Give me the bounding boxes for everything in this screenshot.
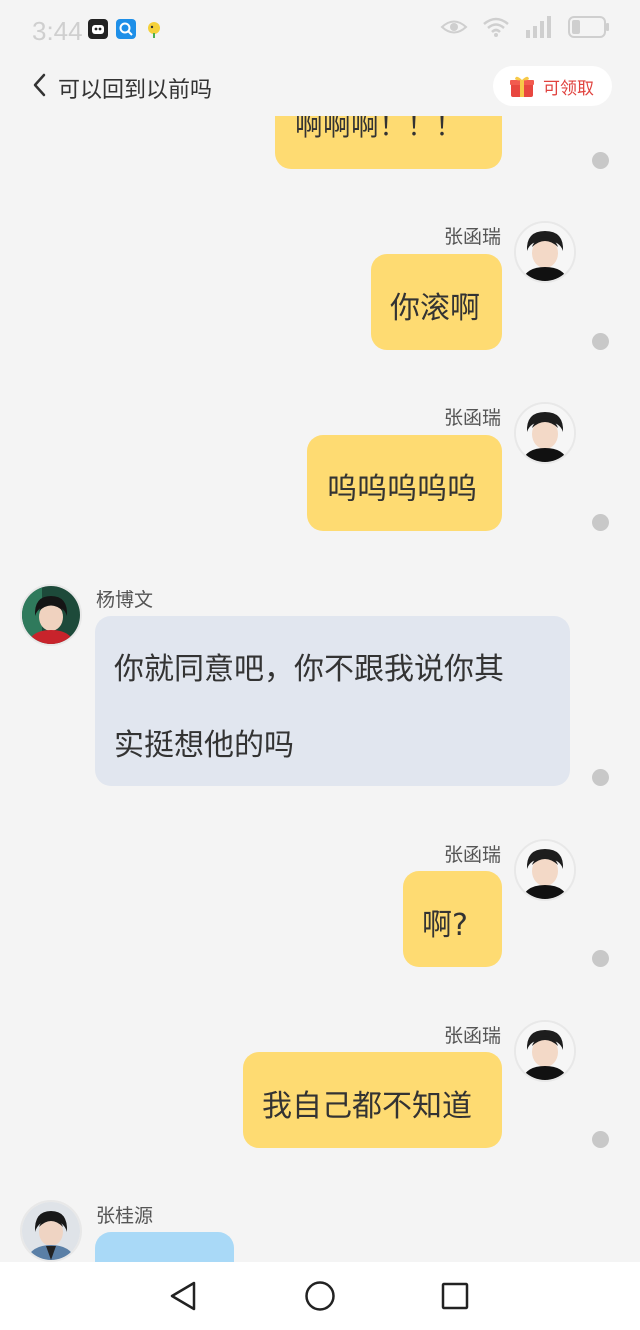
system-nav-bar	[0, 1262, 640, 1330]
message-bubble[interactable]: 呜呜呜呜呜	[307, 435, 502, 531]
message-text: 我自己都不知道	[262, 1089, 472, 1124]
read-status-dot	[592, 333, 609, 350]
message-bubble[interactable]: 啊?	[403, 871, 502, 967]
bird-app-icon	[144, 19, 164, 39]
message-bubble[interactable]	[95, 1232, 234, 1262]
app-notification-icon	[88, 19, 108, 39]
back-chevron-icon	[33, 73, 46, 97]
read-status-dot	[592, 950, 609, 967]
chat-title: 可以回到以前吗	[58, 78, 213, 103]
avatar[interactable]	[20, 584, 82, 646]
message-bubble[interactable]: 啊啊啊！！！	[275, 116, 502, 169]
status-bar: 3:44	[0, 0, 640, 60]
read-status-dot	[592, 1131, 609, 1148]
message-text: 你滚啊	[390, 291, 480, 326]
avatar[interactable]	[514, 839, 576, 901]
chat-header: 可以回到以前吗 可领取	[0, 60, 640, 116]
avatar[interactable]	[514, 402, 576, 464]
avatar[interactable]	[20, 1200, 82, 1262]
gift-box-icon	[510, 76, 534, 97]
message-text: 呜呜呜呜呜	[327, 472, 477, 507]
message-text: 啊?	[422, 908, 468, 943]
nav-back-icon[interactable]	[168, 1280, 198, 1312]
sender-name: 杨博文	[96, 589, 154, 611]
sender-name: 张函瑞	[443, 844, 501, 866]
sender-name: 张函瑞	[443, 1025, 501, 1047]
message-text: 你就同意吧，你不跟我说你其	[114, 652, 504, 687]
nav-home-icon[interactable]	[304, 1280, 336, 1312]
message-bubble[interactable]: 你就同意吧，你不跟我说你其 实挺想他的吗	[95, 616, 570, 786]
read-status-dot	[592, 769, 609, 786]
chat-list[interactable]: 啊啊啊！！！ 张函瑞 你滚啊 张函瑞 呜呜呜呜呜 杨博文 你就同意吧，你不跟我说…	[0, 116, 640, 1262]
back-button[interactable]	[32, 72, 48, 102]
sender-name: 张函瑞	[443, 407, 501, 429]
read-status-dot	[592, 152, 609, 169]
eye-icon	[440, 20, 468, 34]
avatar[interactable]	[514, 1020, 576, 1082]
nav-recents-icon[interactable]	[441, 1282, 469, 1310]
battery-icon	[568, 16, 609, 38]
message-bubble[interactable]: 我自己都不知道	[243, 1052, 502, 1148]
message-text: 啊啊啊！！！	[295, 116, 464, 142]
message-bubble[interactable]: 你滚啊	[371, 254, 502, 350]
search-app-icon	[116, 19, 136, 39]
read-status-dot	[592, 514, 609, 531]
message-text: 实挺想他的吗	[114, 728, 294, 763]
avatar[interactable]	[514, 221, 576, 283]
sender-name: 张函瑞	[443, 226, 501, 248]
wifi-icon	[483, 17, 509, 37]
claim-reward-button[interactable]: 可领取	[493, 66, 612, 106]
sender-name: 张桂源	[96, 1205, 154, 1227]
claim-label: 可领取	[543, 78, 594, 99]
signal-icon	[526, 16, 551, 38]
status-time: 3:44	[32, 16, 83, 46]
